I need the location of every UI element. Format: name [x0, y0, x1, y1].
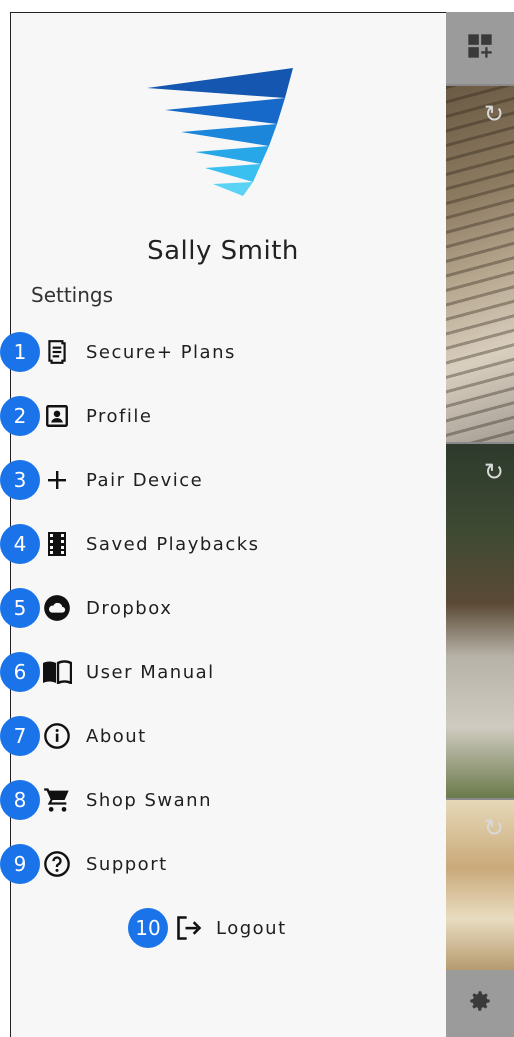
- menu-item-shop-swann[interactable]: 8 Shop Swann: [0, 778, 212, 822]
- menu-label: Secure+ Plans: [86, 341, 236, 363]
- menu-item-support[interactable]: 9 Support: [0, 842, 168, 886]
- gear-icon: [467, 988, 493, 1019]
- plus-icon: [42, 465, 72, 495]
- settings-button[interactable]: [446, 970, 514, 1037]
- menu-item-secure-plans[interactable]: 1 Secure+ Plans: [0, 330, 236, 374]
- badge-5: 5: [0, 588, 40, 628]
- menu-label: Pair Device: [86, 469, 204, 491]
- logout-button[interactable]: 10 Logout: [128, 906, 287, 950]
- badge-8: 8: [0, 780, 40, 820]
- badge-6: 6: [0, 652, 40, 692]
- help-icon: [42, 849, 72, 879]
- badge-2: 2: [0, 396, 40, 436]
- refresh-icon[interactable]: ↻: [484, 100, 504, 128]
- receipt-icon: [42, 337, 72, 367]
- swann-logo: [147, 68, 293, 196]
- menu-label: Logout: [216, 917, 287, 939]
- info-icon: [42, 721, 72, 751]
- badge-10: 10: [128, 908, 168, 948]
- contact-card-icon: [42, 401, 72, 431]
- menu-item-pair-device[interactable]: 3 Pair Device: [0, 458, 203, 502]
- cloud-icon: [42, 593, 72, 623]
- camera-thumbnail[interactable]: ↻: [446, 444, 514, 798]
- menu-item-user-manual[interactable]: 6 User Manual: [0, 650, 215, 694]
- badge-3: 3: [0, 460, 40, 500]
- badge-1: 1: [0, 332, 40, 372]
- badge-4: 4: [0, 524, 40, 564]
- menu-label: User Manual: [86, 661, 215, 683]
- camera-thumbnail[interactable]: ↻: [446, 86, 514, 442]
- menu-item-saved-playbacks[interactable]: 4 Saved Playbacks: [0, 522, 260, 566]
- settings-heading: Settings: [31, 283, 114, 307]
- refresh-icon[interactable]: ↻: [484, 814, 504, 842]
- menu-label: Dropbox: [86, 597, 173, 619]
- menu-label: Profile: [86, 405, 153, 427]
- film-icon: [42, 529, 72, 559]
- camera-panel: ↻ ↻ ↻: [446, 12, 514, 1037]
- add-layout-button[interactable]: [446, 12, 514, 84]
- dashboard-add-icon: [466, 32, 494, 65]
- badge-7: 7: [0, 716, 40, 756]
- badge-9: 9: [0, 844, 40, 884]
- menu-item-about[interactable]: 7 About: [0, 714, 147, 758]
- cart-icon: [42, 785, 72, 815]
- book-icon: [42, 657, 72, 687]
- camera-thumbnail[interactable]: ↻: [446, 800, 514, 970]
- menu-item-profile[interactable]: 2 Profile: [0, 394, 152, 438]
- menu-label: Shop Swann: [86, 789, 212, 811]
- menu-label: Saved Playbacks: [86, 533, 260, 555]
- logout-icon: [174, 913, 204, 943]
- menu-label: Support: [86, 853, 168, 875]
- user-name: Sally Smith: [147, 236, 299, 266]
- menu-item-dropbox[interactable]: 5 Dropbox: [0, 586, 172, 630]
- menu-label: About: [86, 725, 147, 747]
- refresh-icon[interactable]: ↻: [484, 458, 504, 486]
